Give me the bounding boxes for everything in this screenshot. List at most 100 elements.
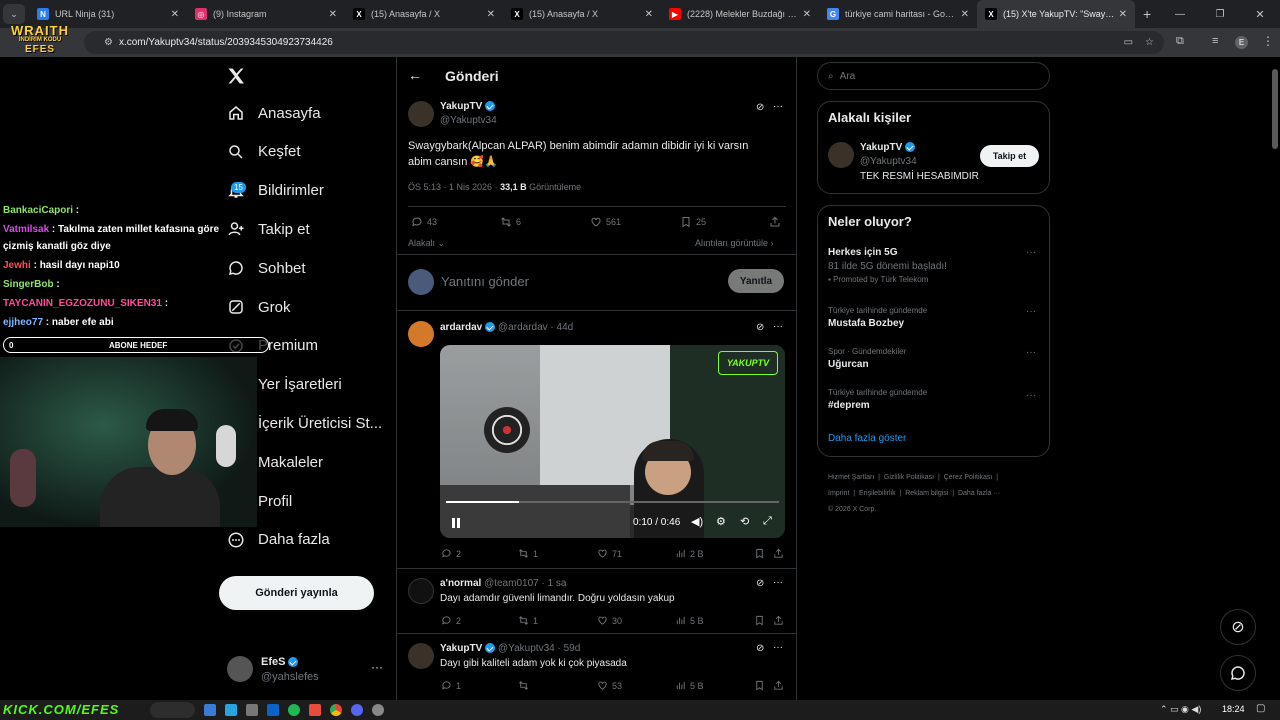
trend-more-icon[interactable]: ··· — [1026, 247, 1036, 258]
post-button[interactable]: Gönderi yayınla — [219, 576, 374, 610]
footer-link[interactable]: Hizmet Şartları — [828, 474, 874, 481]
reply-count[interactable]: 43 — [411, 216, 437, 228]
minimize-icon[interactable]: — — [1160, 9, 1200, 20]
loop-icon[interactable]: ⟲ — [740, 515, 749, 528]
nav-item-more[interactable]: Daha fazla — [226, 530, 330, 550]
notification-icon[interactable]: ▢ — [1256, 703, 1265, 714]
tab-search-button[interactable]: ⌄ — [3, 4, 25, 24]
my-avatar[interactable] — [227, 656, 253, 682]
share-icon[interactable] — [769, 216, 785, 228]
reply-button[interactable]: Yanıtla — [728, 269, 784, 293]
browser-tab[interactable]: X (15) X'te YakupTV: "Swaygy ✕ — [977, 0, 1135, 28]
reply1-share-icon[interactable] — [773, 548, 788, 559]
install-app-icon[interactable]: ▭ — [1124, 37, 1133, 48]
trend-item[interactable]: Spor · Gündemdekiler Uğurcan — [828, 347, 906, 370]
browser-tab[interactable]: X (15) Anasayfa / X ✕ — [503, 0, 661, 28]
reply3-likes[interactable]: 53 — [597, 680, 622, 691]
footer-link[interactable]: Imprint — [828, 490, 849, 497]
show-more-link[interactable]: Daha fazla göster — [828, 433, 906, 444]
reply2-bookmark-icon[interactable] — [754, 615, 769, 626]
grok-icon[interactable]: ⊘ — [756, 102, 764, 113]
tab-close-icon[interactable]: ✕ — [1119, 9, 1127, 20]
taskbar-chrome-icon[interactable] — [330, 704, 342, 716]
follow-button[interactable]: Takip et — [980, 145, 1039, 167]
reply2-avatar[interactable] — [408, 578, 434, 604]
bookmark-count[interactable]: 25 — [680, 216, 706, 228]
nav-item-person[interactable]: Takip et — [226, 219, 310, 239]
nav-item-grok[interactable]: Grok — [226, 297, 291, 317]
footer-link[interactable]: Çerez Politikası — [944, 474, 993, 481]
suggested-name[interactable]: YakupTV — [860, 142, 979, 153]
reply2-more-icon[interactable]: ··· — [773, 577, 783, 588]
like-count[interactable]: 561 — [590, 216, 621, 228]
reply3-share-icon[interactable] — [773, 680, 788, 691]
browser-tab[interactable]: X (15) Anasayfa / X ✕ — [345, 0, 503, 28]
nav-item-chat[interactable]: Sohbet — [226, 258, 306, 278]
reply1-views[interactable]: 2 B — [675, 548, 704, 559]
tab-close-icon[interactable]: ✕ — [329, 9, 337, 20]
reply2-grok-icon[interactable]: ⊘ — [756, 578, 764, 589]
view-quotes-link[interactable]: Alıntıları görüntüle › — [695, 238, 774, 248]
reply2-replies[interactable]: 2 — [441, 615, 461, 626]
reply3-more-icon[interactable]: ··· — [773, 642, 783, 653]
profile-avatar[interactable]: E — [1235, 36, 1248, 49]
taskbar-app-icon[interactable] — [225, 704, 237, 716]
reply-input[interactable]: Yanıtını gönder — [441, 274, 529, 289]
tab-close-icon[interactable]: ✕ — [803, 9, 811, 20]
volume-icon[interactable]: ◀) — [691, 515, 703, 528]
nav-item-search[interactable]: Keşfet — [226, 142, 301, 162]
relevant-sort[interactable]: Alakalı ⌄ — [408, 238, 445, 249]
site-info-icon[interactable]: ⚙ — [104, 37, 113, 48]
fullscreen-icon[interactable]: ⤢ — [763, 515, 772, 528]
reply3-views[interactable]: 5 B — [675, 680, 704, 691]
taskbar-app-icon[interactable] — [267, 704, 279, 716]
reply3-avatar[interactable] — [408, 643, 434, 669]
trend-more-icon[interactable]: ··· — [1026, 390, 1036, 401]
reply2-views[interactable]: 5 B — [675, 615, 704, 626]
taskbar-app-icon[interactable] — [204, 704, 216, 716]
repost-count[interactable]: 6 — [500, 216, 521, 228]
reply2-share-icon[interactable] — [773, 615, 788, 626]
tray-icons[interactable]: ⌃ ▭ ◉ ◀) — [1160, 704, 1201, 715]
reply1-grok-icon[interactable]: ⊘ — [756, 322, 764, 333]
tab-close-icon[interactable]: ✕ — [645, 9, 653, 20]
reply1-replies[interactable]: 2 — [441, 548, 461, 559]
trend-item[interactable]: Türkiye tarihinde gündemde #deprem — [828, 388, 927, 411]
trend-more-icon[interactable]: ··· — [1026, 306, 1036, 317]
tab-close-icon[interactable]: ✕ — [961, 9, 969, 20]
reply3-replies[interactable]: 1 — [441, 680, 461, 691]
footer-link[interactable]: Gizlilik Politikası — [884, 474, 934, 481]
reply1-likes[interactable]: 71 — [597, 548, 622, 559]
reply3-grok-icon[interactable]: ⊘ — [756, 643, 764, 654]
grok-float-button[interactable]: ⊘ — [1220, 609, 1256, 645]
footer-link[interactable]: Daha fazla ··· — [958, 490, 1000, 497]
taskbar-app-icon[interactable] — [309, 704, 321, 716]
suggested-avatar[interactable] — [828, 142, 854, 168]
messages-float-button[interactable] — [1220, 655, 1256, 691]
reply2-likes[interactable]: 30 — [597, 615, 622, 626]
back-arrow-icon[interactable]: ← — [408, 67, 422, 83]
bookmark-star-icon[interactable]: ☆ — [1145, 37, 1154, 48]
url-field[interactable]: ⚙ x.com/Yakuptv34/status/203934530492373… — [84, 31, 1164, 54]
post-author-avatar[interactable] — [408, 101, 434, 127]
taskbar-app-icon[interactable] — [246, 704, 258, 716]
new-tab-icon[interactable]: + — [1143, 6, 1151, 22]
nav-item-home[interactable]: Anasayfa — [226, 103, 321, 123]
reply1-more-icon[interactable]: ··· — [773, 321, 783, 332]
menu-icon[interactable]: ⋮ — [1262, 34, 1274, 48]
browser-tab[interactable]: ◎ (9) Instagram ✕ — [187, 0, 345, 28]
account-more-icon[interactable]: ··· — [371, 660, 383, 674]
extensions-icon[interactable]: ⧉ — [1176, 35, 1184, 48]
trend-more-icon[interactable]: ··· — [1026, 347, 1036, 358]
post-author-handle[interactable]: @Yakuptv34 — [440, 115, 497, 126]
footer-link[interactable]: Erişilebilirlik — [859, 490, 896, 497]
reply3-bookmark-icon[interactable] — [754, 680, 769, 691]
browser-tab[interactable]: ▶ (2228) Melekler Buzdağı | Tanrı ✕ — [661, 0, 819, 28]
window-close-icon[interactable]: ✕ — [1240, 8, 1280, 21]
reply2-reposts[interactable]: 1 — [518, 615, 538, 626]
tab-close-icon[interactable]: ✕ — [171, 9, 179, 20]
trend-item[interactable]: Herkes için 5G 81 ilde 5G dönemi başladı… — [828, 247, 947, 284]
taskbar-app-icon[interactable] — [351, 704, 363, 716]
footer-link[interactable]: Reklam bilgisi — [905, 490, 948, 497]
maximize-icon[interactable]: ❐ — [1200, 9, 1240, 20]
